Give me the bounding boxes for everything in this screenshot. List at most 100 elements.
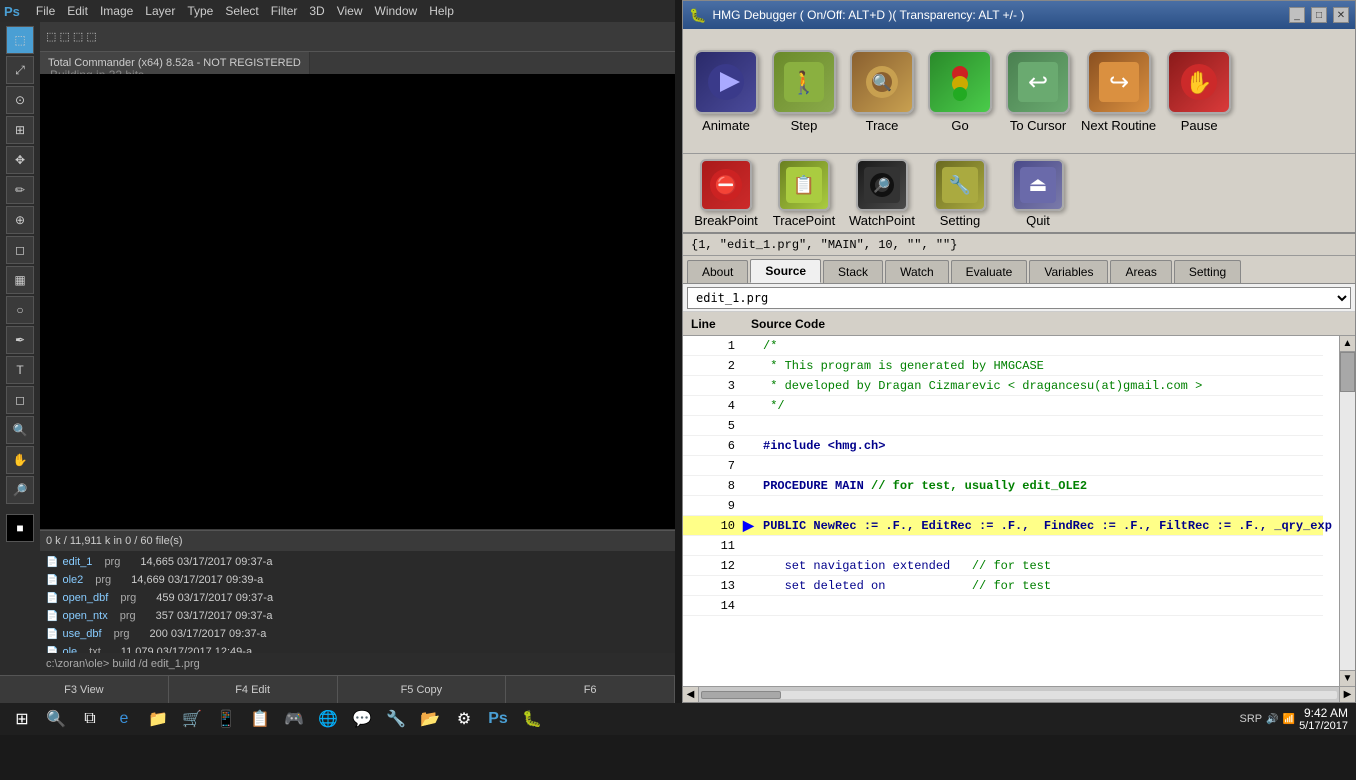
clock-time: 9:42 AM [1304,706,1348,720]
line-code: * developed by Dragan Cizmarevic < draga… [759,379,1323,393]
tocursor-button[interactable]: ↩ To Cursor [1003,50,1073,133]
pause-icon: ✋ [1167,50,1231,114]
tab-about[interactable]: About [687,260,748,283]
scrollbar-horizontal[interactable]: ◀ ▶ [683,686,1355,702]
ps-tool-text[interactable]: T [6,356,34,384]
list-item[interactable]: 📄ole2prg14,669 03/17/2017 09:39-a [42,571,673,589]
taskbar-app1[interactable]: 📱 [212,705,240,733]
taskbar-ps[interactable]: Ps [484,705,512,733]
list-item[interactable]: 📄edit_1prg14,665 03/17/2017 09:37-a [42,553,673,571]
animate-button[interactable]: Animate [691,50,761,133]
ps-menu-select[interactable]: Select [225,4,258,18]
code-line-8: 8 PROCEDURE MAIN // for test, usually ed… [683,476,1323,496]
tracepoint-button[interactable]: 📋 TracePoint [769,159,839,228]
tab-source[interactable]: Source [750,259,821,283]
task-view-button[interactable]: ⧉ [76,705,104,733]
taskbar-ie[interactable]: e [110,705,138,733]
taskbar-dbg[interactable]: 🐛 [518,705,546,733]
start-button[interactable]: ⊞ [8,705,36,733]
ps-menu-view[interactable]: View [337,4,363,18]
tab-stack[interactable]: Stack [823,260,883,283]
ps-tool-zoom[interactable]: 🔎 [6,476,34,504]
list-item[interactable]: 📄use_dbfprg200 03/17/2017 09:37-a [42,625,673,643]
scroll-up-button[interactable]: ▲ [1340,336,1355,352]
breakpoint-label: BreakPoint [694,213,758,228]
taskbar-app3[interactable]: 🎮 [280,705,308,733]
ps-tool-shape[interactable]: ◻ [6,386,34,414]
ps-tool-eraser[interactable]: ◻ [6,236,34,264]
fn-key-f5[interactable]: F5 Copy [338,676,507,703]
col-source-header: Source Code [743,317,1339,331]
scroll-left-button[interactable]: ◀ [683,687,699,703]
list-item[interactable]: 📄open_dbfprg459 03/17/2017 09:37-a [42,589,673,607]
ps-tool-pen[interactable]: ✒ [6,326,34,354]
file-select-dropdown[interactable]: edit_1.prg [687,287,1351,309]
code-area: Line Source Code 1 /* 2 [683,312,1355,702]
code-scroll[interactable]: 1 /* 2 * This program is generated by HM… [683,336,1339,686]
ps-tool-fg-color[interactable]: ■ [6,514,34,542]
ps-tool-crop[interactable]: ⊞ [6,116,34,144]
fn-key-f6[interactable]: F6 [506,676,675,703]
list-item[interactable]: 📄open_ntxprg357 03/17/2017 09:37-a [42,607,673,625]
scroll-thumb[interactable] [1340,352,1355,392]
ps-tool-move[interactable]: ✥ [6,146,34,174]
go-button[interactable]: Go [925,50,995,133]
tab-areas[interactable]: Areas [1110,260,1171,283]
code-line-3: 3 * developed by Dragan Cizmarevic < dra… [683,376,1323,396]
maximize-button[interactable]: □ [1311,7,1327,23]
search-taskbar-button[interactable]: 🔍 [42,705,70,733]
ps-tool-brush[interactable]: ✏ [6,176,34,204]
ps-tool-select[interactable]: ⬚ [6,26,34,54]
ps-menu-help[interactable]: Help [429,4,454,18]
watchpoint-button[interactable]: 🔎 WatchPoint [847,159,917,228]
ps-menu-layer[interactable]: Layer [145,4,175,18]
scrollbar-vertical[interactable]: ▲ ▼ [1339,336,1355,686]
taskbar-store[interactable]: 🛒 [178,705,206,733]
tab-setting[interactable]: Setting [1174,260,1241,283]
ps-tool-lasso[interactable]: ⊙ [6,86,34,114]
ps-tool-eyedrop[interactable]: 🔍 [6,416,34,444]
fn-key-f4[interactable]: F4 Edit [169,676,338,703]
taskbar-app6[interactable]: 🔧 [382,705,410,733]
taskbar-app4[interactable]: 🌐 [314,705,342,733]
ps-menu-3d[interactable]: 3D [309,4,324,18]
taskbar-app7[interactable]: ⚙ [450,705,478,733]
trace-button[interactable]: 🔍 Trace [847,50,917,133]
ps-tool-hand[interactable]: ✋ [6,446,34,474]
hscroll-thumb[interactable] [701,691,781,699]
debugger-toolbar1: Animate 🚶 Step 🔍 Trace Go [683,29,1355,154]
ps-menu-filter[interactable]: Filter [271,4,298,18]
step-button[interactable]: 🚶 Step [769,50,839,133]
taskbar-app2[interactable]: 📋 [246,705,274,733]
taskbar-explorer[interactable]: 📁 [144,705,172,733]
ps-tool-fill[interactable]: ▦ [6,266,34,294]
ps-menu-file[interactable]: File [36,4,55,18]
ps-tool-clone[interactable]: ⊕ [6,206,34,234]
tab-variables[interactable]: Variables [1029,260,1108,283]
setting-button[interactable]: 🔧 Setting [925,159,995,228]
taskbar-tc[interactable]: 📂 [416,705,444,733]
tab-watch[interactable]: Watch [885,260,949,283]
scroll-right-button[interactable]: ▶ [1339,687,1355,703]
pause-button[interactable]: ✋ Pause [1164,50,1234,133]
nextroutine-button[interactable]: ↪ Next Routine [1081,50,1156,133]
line-code: */ [759,399,1323,413]
ps-menu-window[interactable]: Window [375,4,418,18]
close-button[interactable]: ✕ [1333,7,1349,23]
minimize-button[interactable]: _ [1289,7,1305,23]
pause-label: Pause [1181,118,1218,133]
ps-menu-type[interactable]: Type [187,4,213,18]
ps-menu-edit[interactable]: Edit [67,4,88,18]
code-line-12: 12 set navigation extended // for test [683,556,1323,576]
tab-evaluate[interactable]: Evaluate [951,260,1028,283]
ps-tool-transform[interactable]: ⤢ [6,56,34,84]
taskbar-app5[interactable]: 💬 [348,705,376,733]
breakpoint-button[interactable]: ⛔ BreakPoint [691,159,761,228]
ps-tool-dodge[interactable]: ○ [6,296,34,324]
fn-key-f3[interactable]: F3 View [0,676,169,703]
debugger-icon: 🐛 [689,7,706,24]
ps-menu-image[interactable]: Image [100,4,133,18]
ps-status-bar: 0 k / 11,911 k in 0 / 60 file(s) [46,535,183,547]
quit-button[interactable]: ⏏ Quit [1003,159,1073,228]
scroll-down-button[interactable]: ▼ [1340,670,1355,686]
